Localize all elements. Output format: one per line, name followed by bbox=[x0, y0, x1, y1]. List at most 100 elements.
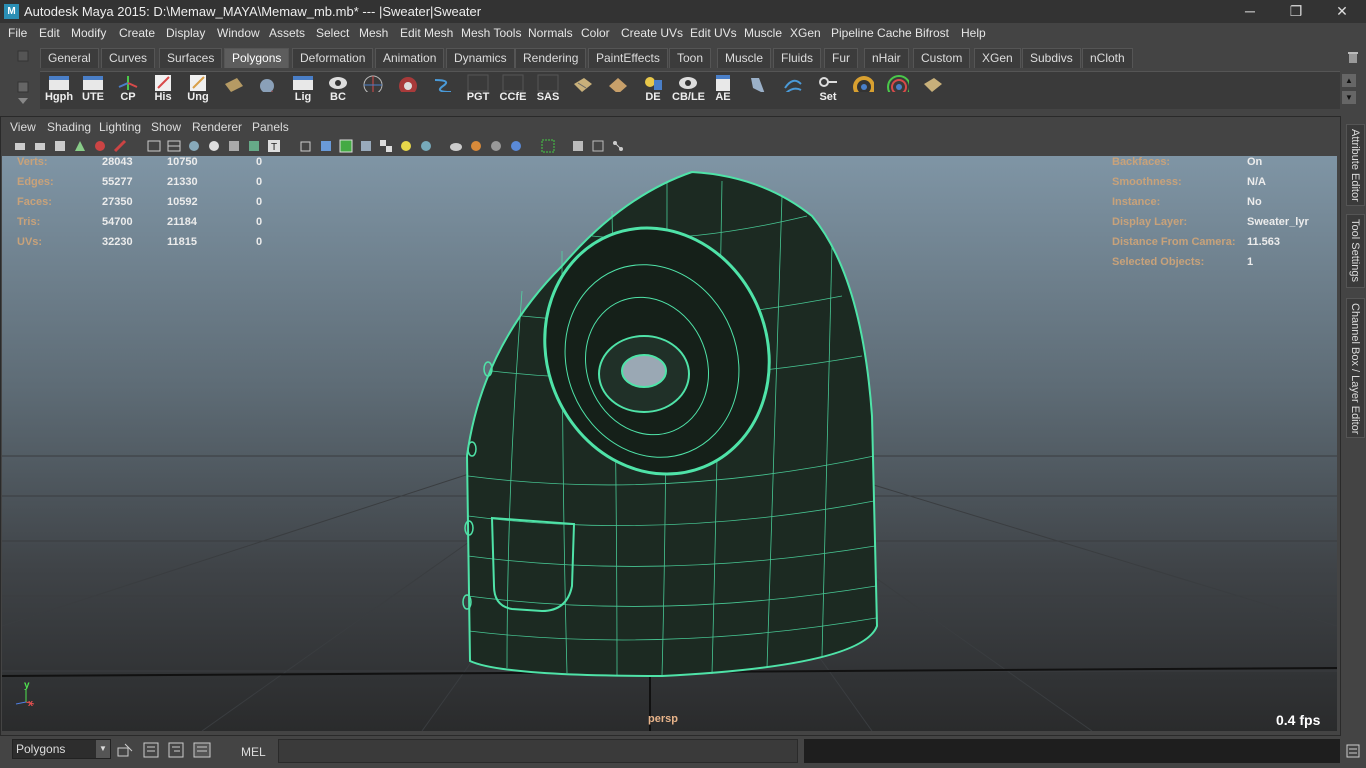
shelf-button-ung[interactable]: Ung bbox=[182, 74, 214, 107]
shelf-button-de[interactable]: DE bbox=[637, 74, 669, 107]
menu-select[interactable]: Select bbox=[316, 26, 349, 40]
shelf-tab-polygons[interactable]: Polygons bbox=[224, 48, 290, 68]
select-camera-icon[interactable] bbox=[13, 139, 27, 153]
panel-menu-renderer[interactable]: Renderer bbox=[192, 120, 242, 134]
motion-blur-icon[interactable] bbox=[489, 139, 503, 153]
shelf-button-bc[interactable]: BC bbox=[322, 74, 354, 107]
shelf-button-pgt[interactable]: PGT bbox=[462, 74, 494, 107]
minimize-button[interactable]: ─ bbox=[1227, 0, 1273, 23]
shelf-button-set[interactable]: Set bbox=[812, 74, 844, 107]
shelf-button-cble[interactable]: CB/LE bbox=[672, 74, 705, 107]
menu-create[interactable]: Create bbox=[119, 26, 155, 40]
shelf-button-tool-10[interactable] bbox=[917, 74, 949, 107]
shelf-button-tool-5[interactable] bbox=[602, 74, 634, 107]
textured-icon[interactable] bbox=[247, 139, 261, 153]
flat-shade-icon[interactable] bbox=[207, 139, 221, 153]
menu-mesh[interactable]: Mesh bbox=[359, 26, 388, 40]
menu-assets[interactable]: Assets bbox=[269, 26, 305, 40]
default-light-icon[interactable] bbox=[399, 139, 413, 153]
shelf-tab-surfaces[interactable]: Surfaces bbox=[159, 48, 223, 68]
command-input[interactable] bbox=[278, 739, 798, 763]
3d-viewport[interactable]: Verts: 28043 10750 0 Edges: 55277 21330 … bbox=[2, 156, 1337, 731]
menu-display[interactable]: Display bbox=[166, 26, 205, 40]
menu-pipeline-cache[interactable]: Pipeline Cache bbox=[831, 26, 912, 40]
texture-cube-icon[interactable] bbox=[359, 139, 373, 153]
tab-channel-box-layer-editor[interactable]: Channel Box / Layer Editor bbox=[1346, 298, 1365, 438]
trash-icon[interactable] bbox=[1346, 50, 1360, 64]
all-lights-icon[interactable] bbox=[419, 139, 433, 153]
bounding-box-icon[interactable] bbox=[299, 139, 313, 153]
script-editor-icon[interactable] bbox=[142, 741, 160, 759]
xray-components-icon[interactable] bbox=[611, 139, 625, 153]
shelf-button-lig[interactable]: Lig bbox=[287, 74, 319, 107]
shelf-button-ccfe[interactable]: CCfE bbox=[497, 74, 529, 107]
tab-tool-settings[interactable]: Tool Settings bbox=[1346, 214, 1365, 288]
menu-edit-mesh[interactable]: Edit Mesh bbox=[400, 26, 453, 40]
wireframe-on-shaded-icon[interactable] bbox=[227, 139, 241, 153]
shelf-tab-painteffects[interactable]: PaintEffects bbox=[588, 48, 668, 68]
image-plane-icon[interactable] bbox=[73, 139, 87, 153]
shelf-tab-nhair[interactable]: nHair bbox=[864, 48, 909, 68]
shelf-button-tool-7[interactable] bbox=[777, 74, 809, 107]
menu-help[interactable]: Help bbox=[961, 26, 986, 40]
shelf-button-hgph[interactable]: Hgph bbox=[43, 74, 75, 107]
shelf-tab-dynamics[interactable]: Dynamics bbox=[446, 48, 515, 68]
xray-joints-icon[interactable] bbox=[591, 139, 605, 153]
bookmark-icon[interactable] bbox=[53, 139, 67, 153]
shelf-tab-custom[interactable]: Custom bbox=[913, 48, 971, 68]
shelf-button-tool-2[interactable] bbox=[392, 74, 424, 107]
restore-button[interactable]: ❐ bbox=[1273, 0, 1319, 23]
menu-xgen[interactable]: XGen bbox=[790, 26, 821, 40]
ambient-occlusion-icon[interactable] bbox=[469, 139, 483, 153]
menu-muscle[interactable]: Muscle bbox=[744, 26, 782, 40]
anti-aliasing-icon[interactable] bbox=[509, 139, 523, 153]
shelf-tab-ncloth[interactable]: nCloth bbox=[1082, 48, 1133, 68]
shaded-cube-icon[interactable] bbox=[319, 139, 333, 153]
tab-attribute-editor[interactable]: Attribute Editor bbox=[1346, 124, 1365, 206]
shelf-scroll-down-button[interactable]: ▼ bbox=[1342, 91, 1356, 104]
shelf-tab-subdivs[interactable]: Subdivs bbox=[1022, 48, 1081, 68]
shelf-tab-toon[interactable]: Toon bbox=[669, 48, 712, 68]
2d-pan-zoom-icon[interactable] bbox=[93, 139, 107, 153]
shelf-tab-fluids[interactable]: Fluids bbox=[773, 48, 822, 68]
menu-edit[interactable]: Edit bbox=[39, 26, 60, 40]
grid-toggle-icon[interactable] bbox=[167, 139, 181, 153]
channel-box-icon[interactable] bbox=[192, 741, 212, 759]
menu-normals[interactable]: Normals bbox=[528, 26, 573, 40]
shelf-scroll-up-button[interactable]: ▲ bbox=[1342, 74, 1356, 87]
panel-menu-show[interactable]: Show bbox=[151, 120, 181, 134]
shelf-tab-muscle[interactable]: Muscle bbox=[717, 48, 772, 68]
menu-file[interactable]: File bbox=[8, 26, 27, 40]
menu-create-uvs[interactable]: Create UVs bbox=[621, 26, 683, 40]
sweater-mesh[interactable] bbox=[462, 170, 879, 678]
shelf-menu-handle[interactable] bbox=[10, 48, 36, 112]
panel-menu-view[interactable]: View bbox=[10, 120, 36, 134]
hotbox-icon[interactable] bbox=[116, 741, 134, 759]
shelf-button-ae[interactable]: AE bbox=[707, 74, 739, 107]
shelf-tab-curves[interactable]: Curves bbox=[101, 48, 156, 68]
shelf-button-tool-3[interactable] bbox=[427, 74, 459, 107]
outliner-icon[interactable] bbox=[167, 741, 185, 759]
shelf-button-tool-1[interactable] bbox=[357, 74, 389, 107]
shelf-button-tool-4[interactable] bbox=[567, 74, 599, 107]
shelf-button-cp[interactable]: CP bbox=[112, 74, 144, 107]
script-language-label[interactable]: MEL bbox=[241, 745, 266, 759]
smooth-shade-icon[interactable] bbox=[187, 139, 201, 153]
shelf-button-tool-9[interactable] bbox=[882, 74, 914, 107]
shelf-button-script-2[interactable] bbox=[252, 74, 284, 107]
isolate-select-icon[interactable] bbox=[541, 139, 555, 153]
shelf-tab-animation[interactable]: Animation bbox=[375, 48, 445, 68]
shadows-icon[interactable] bbox=[449, 139, 463, 153]
shelf-button-tool-8[interactable] bbox=[847, 74, 879, 107]
shelf-tab-deformation[interactable]: Deformation bbox=[292, 48, 374, 68]
shelf-tab-fur[interactable]: Fur bbox=[824, 48, 858, 68]
menu-color[interactable]: Color bbox=[581, 26, 610, 40]
shelf-tab-general[interactable]: General bbox=[40, 48, 99, 68]
shelf-button-sas[interactable]: SAS bbox=[532, 74, 564, 107]
script-editor-button-icon[interactable] bbox=[1346, 744, 1360, 758]
shelf-tab-xgen[interactable]: XGen bbox=[974, 48, 1021, 68]
menu-bifrost[interactable]: Bifrost bbox=[915, 26, 949, 40]
menu-edit-uvs[interactable]: Edit UVs bbox=[690, 26, 737, 40]
checker-icon[interactable] bbox=[379, 139, 393, 153]
menu-window[interactable]: Window bbox=[217, 26, 260, 40]
